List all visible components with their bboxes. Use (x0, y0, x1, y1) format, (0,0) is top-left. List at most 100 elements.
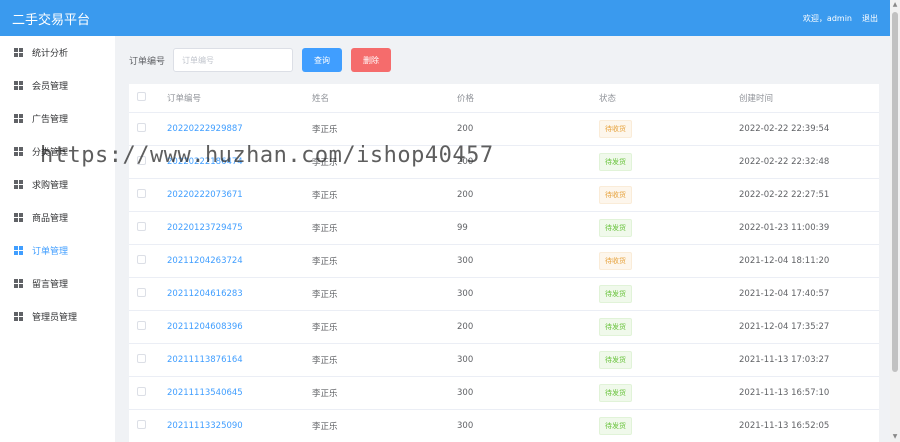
select-all-checkbox[interactable] (137, 91, 146, 101)
status-cell: 待发货 (599, 310, 739, 344)
row-checkbox[interactable] (137, 155, 146, 165)
order-no-link[interactable]: 20220123729475 (167, 223, 243, 233)
sidebar-item-messages[interactable]: 留言管理 (0, 267, 115, 300)
order-no-link[interactable]: 20211113325090 (167, 421, 243, 431)
app-title: 二手交易平台 (12, 12, 91, 28)
sidebar-item-label: 统计分析 (32, 49, 69, 59)
created-cell: 2022-02-22 22:39:54 (739, 112, 879, 146)
scroll-thumb[interactable] (892, 12, 898, 372)
sidebar-item-label: 分类管理 (32, 148, 69, 158)
page-scrollbar[interactable]: ▲ ▼ (890, 0, 900, 442)
created-cell: 2022-01-23 11:00:39 (739, 211, 879, 245)
order-no-link[interactable]: 20211113876164 (167, 355, 243, 365)
created-cell: 2022-02-22 22:27:51 (739, 178, 879, 212)
row-checkbox[interactable] (137, 254, 146, 264)
status-badge: 待发货 (599, 416, 632, 435)
sidebar-item-label: 商品管理 (32, 214, 69, 224)
order-no-link[interactable]: 20220222929887 (167, 124, 243, 134)
row-check-cell (129, 244, 167, 278)
table-row[interactable]: 20220222186474 李正乐 200 待发货 2022-02-22 22:32:… (129, 145, 879, 179)
price-cell: 200 (457, 310, 599, 344)
row-check-cell (129, 112, 167, 146)
table-row[interactable]: 20220222073671 李正乐 200 待收货 2022-02-22 22:27:… (129, 178, 879, 212)
status-cell: 待发货 (599, 145, 739, 179)
table-row[interactable]: 20211113540645 李正乐 300 待发货 2021-11-13 16:57:… (129, 376, 879, 410)
row-checkbox[interactable] (137, 320, 146, 330)
sidebar-item-ads[interactable]: 广告管理 (0, 102, 115, 135)
table-row[interactable]: 20211204616283 李正乐 300 待发货 2021-12-04 17:40:… (129, 277, 879, 311)
order-no-link[interactable]: 20211204616283 (167, 289, 243, 299)
order-no-link[interactable]: 20211204608396 (167, 322, 243, 332)
column-header-price[interactable]: 价格 (457, 84, 599, 113)
order-no-cell: 20211204608396 (167, 310, 312, 344)
status-cell: 待发货 (599, 277, 739, 311)
name-cell: 李正乐 (312, 145, 457, 179)
row-checkbox[interactable] (137, 386, 146, 396)
status-badge: 待收货 (599, 119, 632, 138)
status-badge: 待发货 (599, 383, 632, 402)
scroll-down-arrow-icon[interactable]: ▼ (892, 433, 898, 441)
column-header-order-no[interactable]: 订单编号 (167, 84, 312, 113)
table-header-row: 订单编号 姓名 价格 状态 创建时间 (129, 84, 879, 113)
table-row[interactable]: 20211113876164 李正乐 300 待发货 2021-11-13 17:03:… (129, 343, 879, 377)
sidebar-item-orders[interactable]: 订单管理 (0, 234, 115, 267)
order-no-cell: 20220123729475 (167, 211, 312, 245)
grid-icon (14, 246, 23, 255)
row-check-cell (129, 211, 167, 245)
row-checkbox[interactable] (137, 353, 146, 363)
status-badge: 待收货 (599, 185, 632, 204)
sidebar-item-wanted[interactable]: 求购管理 (0, 168, 115, 201)
order-no-cell: 20211113540645 (167, 376, 312, 410)
row-check-cell (129, 409, 167, 442)
table-row[interactable]: 20220123729475 李正乐 99 待发货 2022-01-23 11:00:3… (129, 211, 879, 245)
sidebar-item-products[interactable]: 商品管理 (0, 201, 115, 234)
name-cell: 李正乐 (312, 376, 457, 410)
column-header-status[interactable]: 状态 (599, 84, 739, 113)
order-no-link[interactable]: 20220222186474 (167, 157, 243, 167)
query-button[interactable]: 查询 (302, 48, 343, 72)
created-cell: 2021-12-04 17:35:27 (739, 310, 879, 344)
name-cell: 李正乐 (312, 112, 457, 146)
sidebar-item-statistics[interactable]: 统计分析 (0, 36, 115, 69)
sidebar-item-label: 留言管理 (32, 280, 69, 290)
name-cell: 李正乐 (312, 343, 457, 377)
status-badge: 待发货 (599, 152, 632, 171)
status-cell: 待发货 (599, 376, 739, 410)
logout-link[interactable]: 退出 (862, 13, 878, 24)
sidebar-item-members[interactable]: 会员管理 (0, 69, 115, 102)
status-badge: 待发货 (599, 218, 632, 237)
table-row[interactable]: 20211204608396 李正乐 200 待发货 2021-12-04 17:35:… (129, 310, 879, 344)
row-checkbox[interactable] (137, 188, 146, 198)
order-no-link[interactable]: 20211113540645 (167, 388, 243, 398)
grid-icon (14, 279, 23, 288)
sidebar-item-label: 会员管理 (32, 82, 69, 92)
sidebar-item-categories[interactable]: 分类管理 (0, 135, 115, 168)
scroll-up-arrow-icon[interactable]: ▲ (892, 1, 898, 9)
name-cell: 李正乐 (312, 211, 457, 245)
order-no-input[interactable] (173, 48, 294, 72)
row-checkbox[interactable] (137, 419, 146, 429)
sidebar-item-admins[interactable]: 管理员管理 (0, 300, 115, 333)
price-cell: 99 (457, 211, 599, 245)
header-user-area: 欢迎，admin 退出 (803, 13, 878, 24)
price-cell: 300 (457, 244, 599, 278)
grid-icon (14, 114, 23, 123)
status-badge: 待收货 (599, 251, 632, 270)
order-no-link[interactable]: 20220222073671 (167, 190, 243, 200)
column-header-name[interactable]: 姓名 (312, 84, 457, 113)
sidebar-item-label: 求购管理 (32, 181, 69, 191)
column-header-created[interactable]: 创建时间 (739, 84, 879, 113)
table-row[interactable]: 20220222929887 李正乐 200 待收货 2022-02-22 22:39:… (129, 112, 879, 146)
name-cell: 李正乐 (312, 244, 457, 278)
status-badge: 待发货 (599, 317, 632, 336)
table-row[interactable]: 20211113325090 李正乐 300 待发货 2021-11-13 16:52:… (129, 409, 879, 442)
row-checkbox[interactable] (137, 287, 146, 297)
main-content: 订单编号 查询 删除 订单编号 姓名 价格 状态 创建时间 2022022292… (115, 36, 890, 442)
table-row[interactable]: 20211204263724 李正乐 300 待收货 2021-12-04 18:11:… (129, 244, 879, 278)
row-checkbox[interactable] (137, 221, 146, 231)
delete-button[interactable]: 删除 (351, 48, 392, 72)
price-cell: 200 (457, 145, 599, 179)
order-no-link[interactable]: 20211204263724 (167, 256, 243, 266)
order-no-cell: 20220222186474 (167, 145, 312, 179)
row-checkbox[interactable] (137, 122, 146, 132)
